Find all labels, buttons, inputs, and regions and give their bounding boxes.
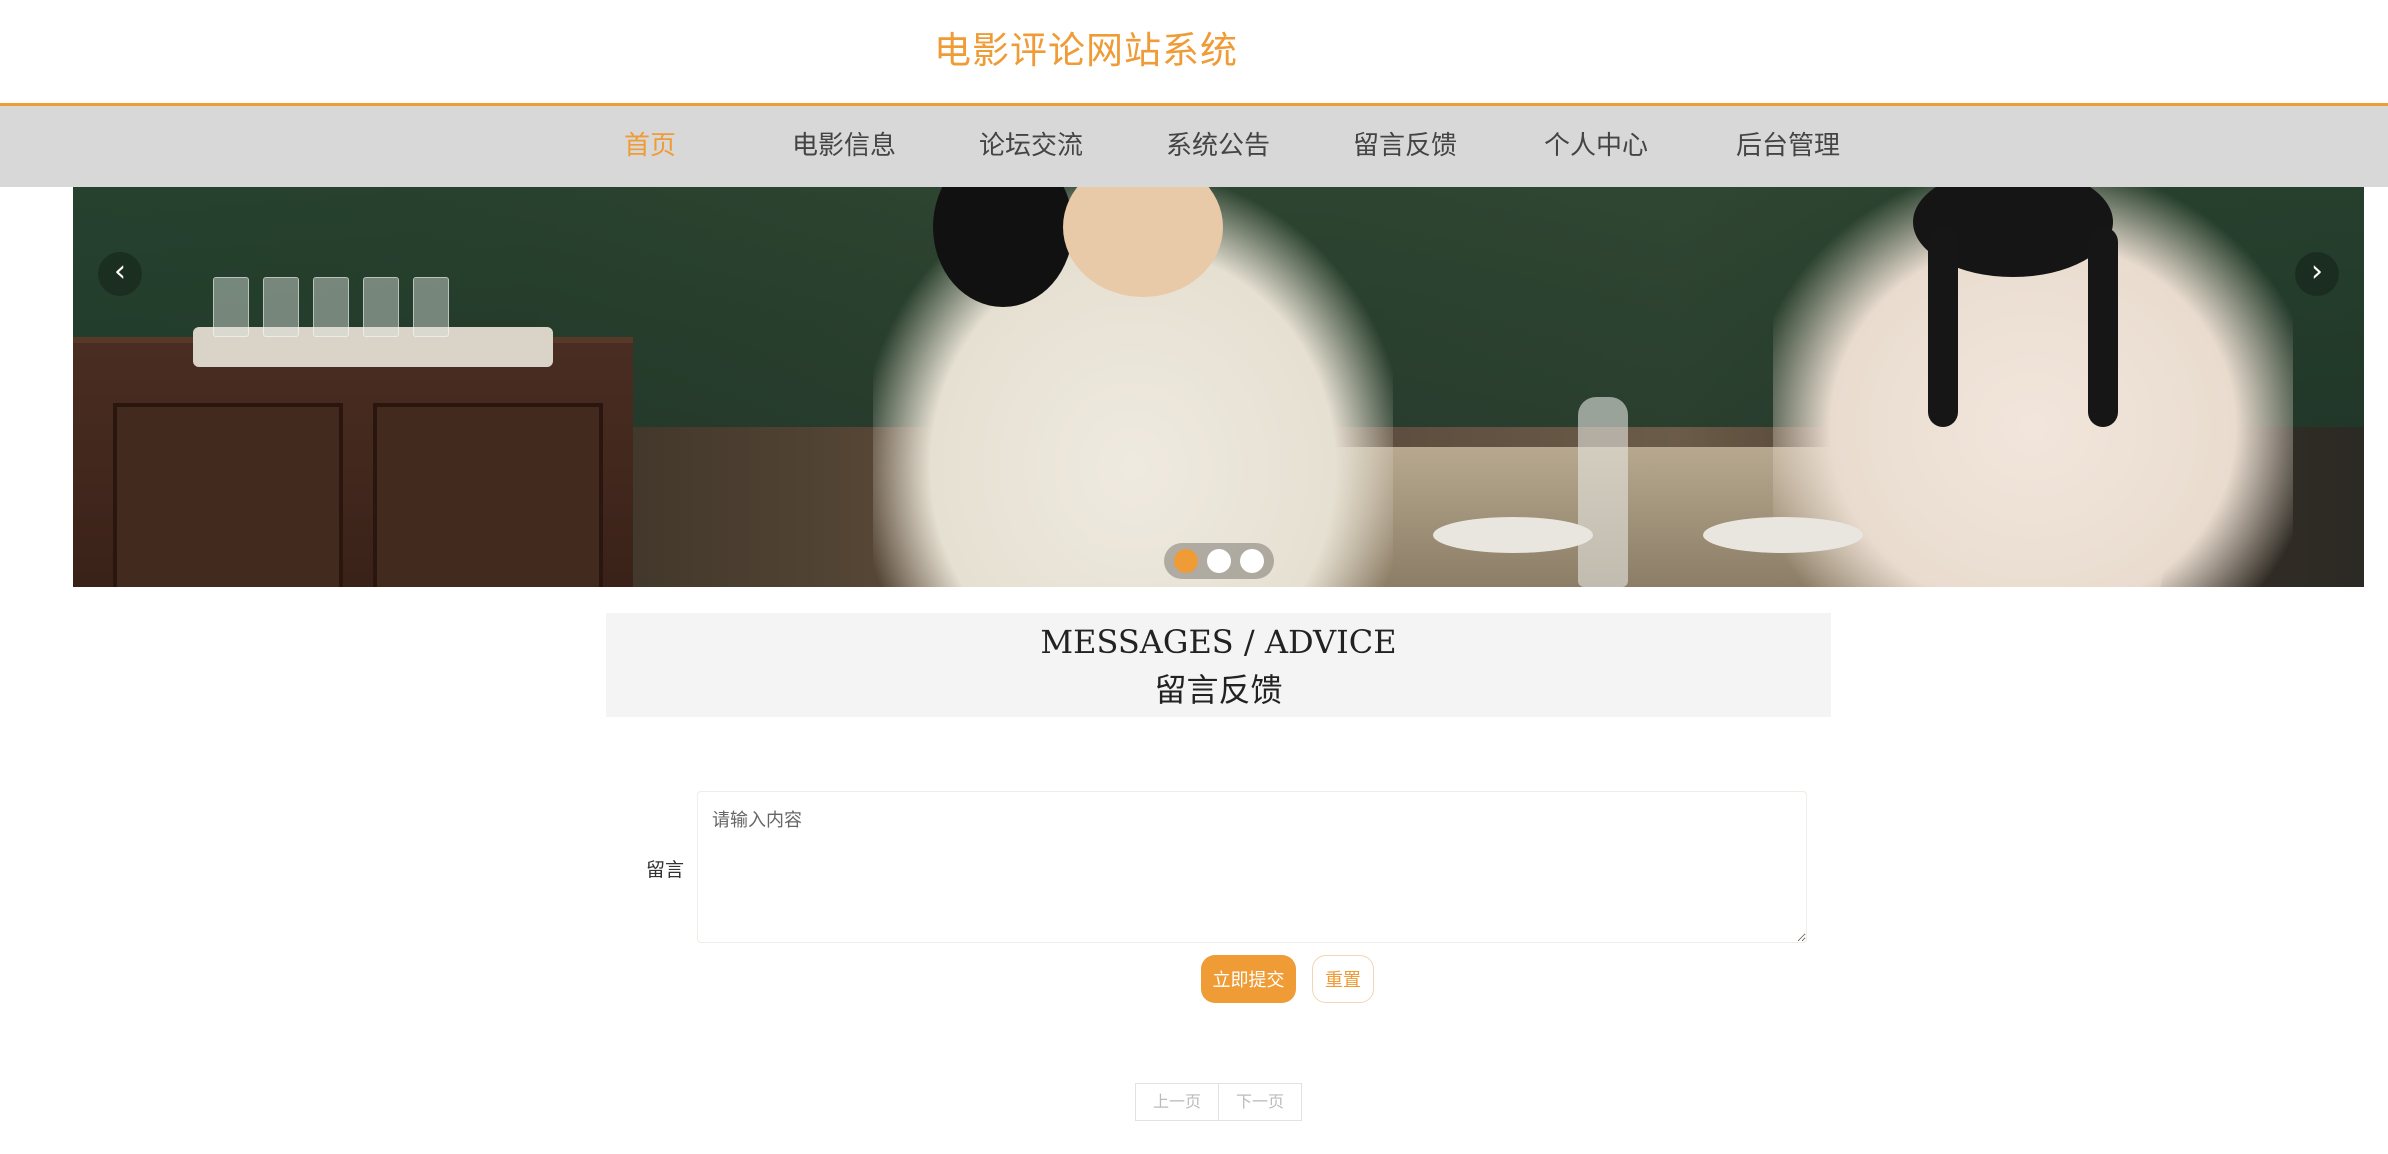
banner-image-plate [1703, 517, 1863, 553]
banner-image-braid [1928, 227, 1958, 427]
banner-image-glass [263, 277, 299, 337]
chevron-left-icon: ‹ [114, 254, 126, 289]
nav-item-home[interactable]: 首页 [624, 106, 676, 187]
section-title-box: MESSAGES / ADVICE 留言反馈 [606, 613, 1831, 717]
message-textarea[interactable] [697, 791, 1807, 943]
carousel-next-button[interactable]: › [2295, 252, 2339, 296]
main-nav: 首页 电影信息 论坛交流 系统公告 留言反馈 个人中心 后台管理 [0, 106, 2388, 187]
banner-image-glass [413, 277, 449, 337]
banner-image-glass [363, 277, 399, 337]
banner-image-cabinet-door [373, 403, 603, 587]
nav-item-movies[interactable]: 电影信息 [792, 106, 896, 187]
carousel-indicators [1164, 543, 1274, 579]
nav-item-announcements[interactable]: 系统公告 [1166, 106, 1270, 187]
banner-image-glass [313, 277, 349, 337]
prev-page-button[interactable]: 上一页 [1135, 1083, 1219, 1121]
next-page-button[interactable]: 下一页 [1218, 1083, 1302, 1121]
section-title-en: MESSAGES / ADVICE [1040, 623, 1397, 661]
nav-item-profile[interactable]: 个人中心 [1544, 106, 1648, 187]
section-title-zh: 留言反馈 [1154, 671, 1283, 709]
banner-image-cabinet-door [113, 403, 343, 587]
banner-image-cabinet [73, 337, 633, 587]
banner-image-glass [213, 277, 249, 337]
banner-image-plate [1433, 517, 1593, 553]
nav-item-admin[interactable]: 后台管理 [1736, 106, 1840, 187]
nav-item-forum[interactable]: 论坛交流 [979, 106, 1083, 187]
banner-carousel: ‹ › [73, 187, 2364, 587]
nav-item-feedback[interactable]: 留言反馈 [1353, 106, 1457, 187]
submit-button[interactable]: 立即提交 [1201, 955, 1296, 1003]
reset-button[interactable]: 重置 [1312, 955, 1374, 1003]
banner-image-bottle [1578, 397, 1628, 587]
carousel-dot-1[interactable] [1174, 549, 1198, 573]
chevron-right-icon: › [2311, 254, 2323, 289]
site-title[interactable]: 电影评论网站系统 [934, 20, 1238, 74]
site-header: 电影评论网站系统 [0, 0, 2388, 106]
message-label: 留言 [646, 859, 685, 881]
carousel-prev-button[interactable]: ‹ [98, 252, 142, 296]
carousel-dot-3[interactable] [1240, 549, 1264, 573]
banner-image-braid [2088, 227, 2118, 427]
carousel-dot-2[interactable] [1207, 549, 1231, 573]
